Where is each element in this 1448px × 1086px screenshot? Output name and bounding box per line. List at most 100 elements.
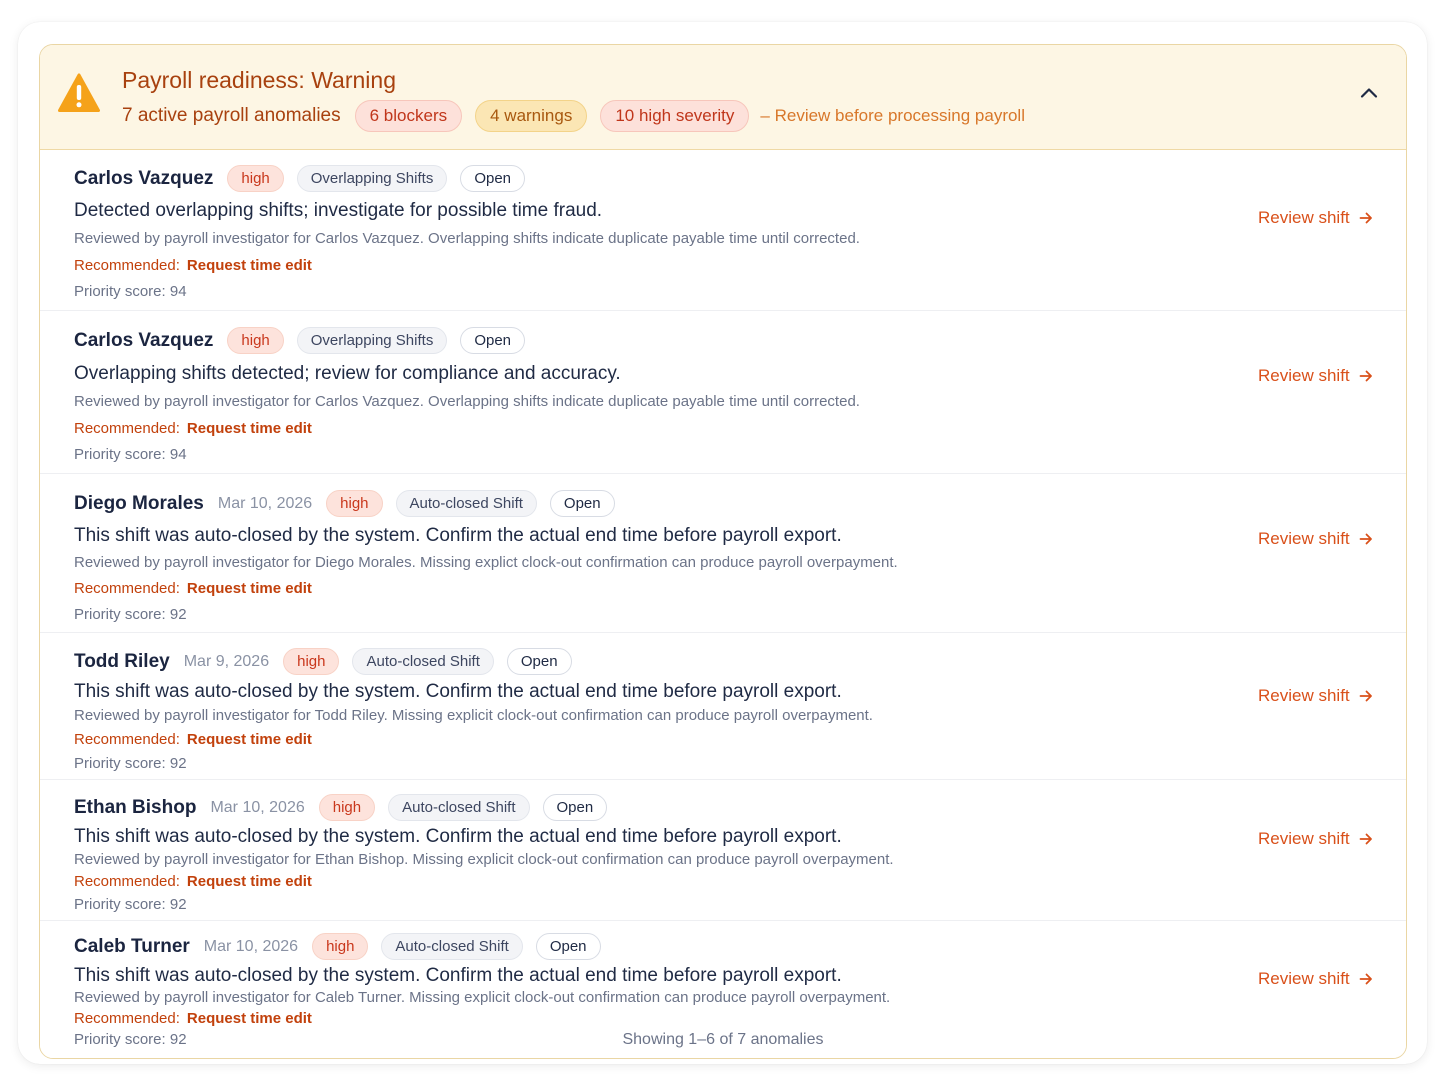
severity-badge: high bbox=[318, 794, 376, 821]
anomaly-detail: Reviewed by payroll investigator for Car… bbox=[74, 393, 860, 410]
recommendation-label: Recommended: bbox=[74, 580, 180, 597]
severity-badge: high bbox=[227, 327, 284, 354]
active-anomalies-count: 7 active payroll anomalies bbox=[122, 105, 341, 126]
recommended-action: Request time edit bbox=[186, 731, 312, 748]
severity-badge: high bbox=[312, 933, 369, 960]
banner-title: Payroll readiness: Warning bbox=[122, 67, 396, 93]
anomaly-description: Overlapping shifts detected; review for … bbox=[74, 363, 621, 384]
recommendation-label: Recommended: bbox=[74, 1010, 180, 1027]
status-badge: Open bbox=[542, 794, 608, 821]
anomaly-row: Todd Riley Mar 9, 2026 high Auto-closed … bbox=[40, 633, 1406, 780]
status-badge: Open bbox=[460, 165, 526, 192]
review-shift-link[interactable]: Review shift bbox=[1258, 969, 1373, 989]
anomaly-description: This shift was auto-closed by the system… bbox=[74, 525, 842, 546]
anomaly-type-badge: Auto-closed Shift bbox=[388, 794, 530, 821]
shift-date: Mar 10, 2026 bbox=[203, 937, 299, 955]
review-shift-label: Review shift bbox=[1258, 686, 1350, 705]
recommendation-label: Recommended: bbox=[74, 731, 180, 748]
recommendation-label: Recommended: bbox=[74, 257, 180, 274]
review-shift-label: Review shift bbox=[1258, 529, 1350, 548]
anomaly-type-badge: Auto-closed Shift bbox=[395, 490, 537, 517]
shift-date: Mar 10, 2026 bbox=[217, 494, 313, 512]
status-badge: Open bbox=[460, 327, 526, 354]
anomaly-header: Carlos Vazquez high Overlapping Shifts O… bbox=[74, 327, 538, 354]
review-shift-link[interactable]: Review shift bbox=[1258, 208, 1373, 228]
blockers-badge: 6 blockers bbox=[354, 100, 463, 132]
anomaly-type-badge: Auto-closed Shift bbox=[352, 648, 494, 675]
warning-triangle-icon bbox=[58, 73, 100, 112]
employee-name: Todd Riley bbox=[74, 650, 170, 672]
anomaly-header: Caleb Turner Mar 10, 2026 high Auto-clos… bbox=[74, 933, 614, 960]
anomaly-type-badge: Auto-closed Shift bbox=[381, 933, 523, 960]
recommendation: Recommended: Request time edit bbox=[74, 731, 312, 748]
recommended-action: Request time edit bbox=[186, 580, 312, 597]
anomaly-description: This shift was auto-closed by the system… bbox=[74, 826, 842, 847]
recommended-action: Request time edit bbox=[186, 420, 312, 437]
review-shift-link[interactable]: Review shift bbox=[1258, 529, 1373, 549]
anomaly-detail: Reviewed by payroll investigator for Cal… bbox=[74, 989, 891, 1006]
review-shift-label: Review shift bbox=[1258, 829, 1350, 848]
anomaly-header: Diego Morales Mar 10, 2026 high Auto-clo… bbox=[74, 490, 628, 517]
review-shift-label: Review shift bbox=[1258, 969, 1350, 988]
employee-name: Caleb Turner bbox=[74, 935, 190, 957]
status-badge: Open bbox=[549, 490, 615, 517]
recommendation: Recommended: Request time edit bbox=[74, 873, 312, 890]
shift-date: Mar 9, 2026 bbox=[183, 652, 270, 670]
recommendation: Recommended: Request time edit bbox=[74, 1010, 312, 1027]
recommended-action: Request time edit bbox=[186, 1010, 312, 1027]
review-shift-label: Review shift bbox=[1258, 366, 1350, 385]
review-shift-label: Review shift bbox=[1258, 208, 1350, 227]
warnings-badge: 4 warnings bbox=[475, 100, 588, 132]
anomaly-detail: Reviewed by payroll investigator for Car… bbox=[74, 230, 860, 247]
recommendation: Recommended: Request time edit bbox=[74, 420, 312, 437]
payroll-anomalies-panel: Payroll readiness: Warning 7 active payr… bbox=[39, 44, 1407, 1059]
anomaly-description: This shift was auto-closed by the system… bbox=[74, 965, 842, 986]
priority-score: Priority score: 92 bbox=[74, 896, 187, 913]
recommendation: Recommended: Request time edit bbox=[74, 257, 312, 274]
anomaly-header: Carlos Vazquez high Overlapping Shifts O… bbox=[74, 165, 538, 192]
priority-score: Priority score: 92 bbox=[74, 755, 187, 772]
recommendation-label: Recommended: bbox=[74, 420, 180, 437]
priority-score: Priority score: 92 bbox=[74, 606, 187, 623]
banner-summary: 7 active payroll anomalies 6 blockers 4 … bbox=[122, 100, 1025, 132]
arrow-right-icon bbox=[1359, 533, 1372, 545]
arrow-right-icon bbox=[1359, 212, 1372, 224]
priority-score: Priority score: 94 bbox=[74, 446, 187, 463]
employee-name: Carlos Vazquez bbox=[74, 167, 214, 189]
anomaly-header: Ethan Bishop Mar 10, 2026 high Auto-clos… bbox=[74, 794, 620, 821]
recommendation: Recommended: Request time edit bbox=[74, 580, 312, 597]
anomaly-description: Detected overlapping shifts; investigate… bbox=[74, 200, 603, 221]
review-shift-link[interactable]: Review shift bbox=[1258, 366, 1373, 386]
anomaly-type-badge: Overlapping Shifts bbox=[296, 327, 448, 354]
chevron-up-icon[interactable] bbox=[1358, 82, 1380, 104]
anomaly-header: Todd Riley Mar 9, 2026 high Auto-closed … bbox=[74, 648, 585, 675]
recommended-action: Request time edit bbox=[186, 257, 312, 274]
shift-date: Mar 10, 2026 bbox=[210, 798, 305, 816]
review-shift-link[interactable]: Review shift bbox=[1258, 686, 1373, 706]
priority-score: Priority score: 94 bbox=[74, 283, 187, 300]
arrow-right-icon bbox=[1359, 370, 1372, 382]
arrow-right-icon bbox=[1359, 833, 1372, 845]
anomaly-detail: Reviewed by payroll investigator for Tod… bbox=[74, 707, 873, 724]
status-badge: Open bbox=[506, 648, 572, 675]
recommended-action: Request time edit bbox=[186, 873, 312, 890]
pagination-summary: Showing 1–6 of 7 anomalies bbox=[622, 1031, 824, 1048]
severity-badge: high bbox=[227, 165, 284, 192]
recommendation-label: Recommended: bbox=[74, 873, 180, 890]
anomaly-row: Ethan Bishop Mar 10, 2026 high Auto-clos… bbox=[40, 780, 1406, 921]
status-badge: Open bbox=[535, 933, 601, 960]
arrow-right-icon bbox=[1359, 690, 1372, 702]
banner-note: – Review before processing payroll bbox=[760, 106, 1025, 125]
anomaly-description: This shift was auto-closed by the system… bbox=[74, 681, 842, 702]
arrow-right-icon bbox=[1359, 973, 1372, 985]
anomaly-row: Carlos Vazquez high Overlapping Shifts O… bbox=[40, 311, 1406, 474]
anomaly-type-badge: Overlapping Shifts bbox=[296, 165, 448, 192]
severity-badge: high bbox=[326, 490, 383, 517]
high-severity-badge: 10 high severity bbox=[600, 100, 750, 132]
payroll-readiness-banner: Payroll readiness: Warning 7 active payr… bbox=[40, 45, 1406, 150]
severity-badge: high bbox=[283, 648, 340, 675]
anomaly-row: Carlos Vazquez high Overlapping Shifts O… bbox=[40, 150, 1406, 311]
employee-name: Diego Morales bbox=[74, 492, 204, 514]
review-shift-link[interactable]: Review shift bbox=[1258, 829, 1373, 849]
anomaly-detail: Reviewed by payroll investigator for Die… bbox=[74, 554, 898, 571]
